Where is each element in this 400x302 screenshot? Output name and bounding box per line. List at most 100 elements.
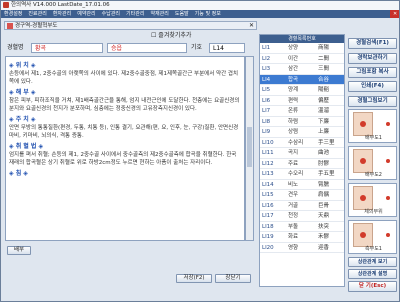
image-caption: 체의부위 xyxy=(364,209,383,215)
save-button[interactable]: 저장(F2) xyxy=(176,274,212,283)
list-cell: LI14 xyxy=(262,181,274,188)
list-cell: 偏歷 xyxy=(318,97,330,104)
menu-item[interactable]: 환자관리 xyxy=(50,10,74,18)
list-item[interactable]: LI6 편력 偏歷 xyxy=(260,96,344,106)
list-cell: 三間 xyxy=(318,66,330,72)
print-button[interactable]: 인쇄(F4) xyxy=(348,81,397,92)
list-item[interactable]: LI2 이간 二間 xyxy=(260,54,344,64)
list-cell: 온류 xyxy=(288,108,299,114)
info-button[interactable]: 배부 xyxy=(7,246,31,255)
list-cell: 上廉 xyxy=(318,129,330,135)
list-cell: 거골 xyxy=(288,202,299,209)
body-figure xyxy=(353,186,373,210)
scroll-thumb[interactable] xyxy=(247,127,252,167)
image-card[interactable]: 배부도2 xyxy=(348,146,397,180)
list-cell: 수오리 xyxy=(288,171,304,177)
list-cell: 천정 xyxy=(288,213,299,219)
list-cell: 合谷 xyxy=(318,76,330,83)
list-cell: 肩髃 xyxy=(318,192,330,198)
close-icon[interactable]: ✕ xyxy=(390,10,399,18)
section-heading: ◈ 침 ◈ xyxy=(9,170,28,177)
close-icon[interactable]: ✕ xyxy=(249,22,254,30)
section-heading: ◈ 취 혈 법 ◈ xyxy=(9,143,44,150)
relation-explain-button[interactable]: 상관관계 설명 xyxy=(348,269,397,279)
list-cell: 하렴 xyxy=(288,118,299,125)
menu-item[interactable]: 진료관리 xyxy=(25,10,49,18)
list-cell: 下廉 xyxy=(318,118,330,125)
close-window-button[interactable]: 창닫기 xyxy=(215,274,251,283)
description-scrollbar[interactable] xyxy=(245,56,254,241)
list-item[interactable]: LI3 삼간 三間 xyxy=(260,64,344,75)
section-text: 참은 피부, 피하조직을 거쳐, 제1배측골간근을 통해, 엄지 내전근인에 도… xyxy=(9,98,240,112)
list-item[interactable]: LI7 온류 溫溜 xyxy=(260,106,344,117)
list-header: 경혈목록번호 xyxy=(260,35,344,43)
list-cell: LI12 xyxy=(262,160,274,167)
app-window: 한의역사 V14.000 LastDate_17.01.06 환경설정 진료관리… xyxy=(0,0,400,302)
list-cell: 禾髎 xyxy=(318,234,330,240)
list-item[interactable]: LI18 부돌 扶突 xyxy=(260,222,344,232)
list-item[interactable]: LI17 천정 天鼎 xyxy=(260,211,344,222)
list-item[interactable]: LI9 상렴 上廉 xyxy=(260,127,344,138)
list-item[interactable]: LI15 견우 肩髃 xyxy=(260,190,344,201)
list-item[interactable]: LI11 곡지 曲池 xyxy=(260,148,344,159)
menu-item[interactable]: 도움말 xyxy=(172,10,192,18)
list-cell: 巨骨 xyxy=(318,202,330,209)
list-item[interactable]: LI14 비노 臂臑 xyxy=(260,180,344,190)
menu-item[interactable]: 수납관리 xyxy=(99,10,123,18)
list-cell: 肘髎 xyxy=(318,160,330,167)
list-cell: 臂臑 xyxy=(318,181,330,188)
window-title: 한의역사 V14.000 LastDate_17.01.06 xyxy=(11,2,110,8)
list-item[interactable]: LI12 주료 肘髎 xyxy=(260,159,344,169)
menu-item[interactable]: 예약관리 xyxy=(74,10,98,18)
image-card[interactable]: 측부도1 xyxy=(348,220,397,254)
list-cell: 溫溜 xyxy=(318,108,330,114)
menu-item[interactable]: 약재관리 xyxy=(147,10,171,18)
menu-bar: 환경설정 진료관리 환자관리 예약관리 수납관리 기타관리 약재관리 도움말 기… xyxy=(1,10,399,18)
acupoint-name-field[interactable]: 황곡 xyxy=(31,43,103,53)
list-item[interactable]: LI19 화료 禾髎 xyxy=(260,232,344,243)
code-label: 기호 xyxy=(191,44,203,51)
menu-item[interactable]: 기능 및 정보 xyxy=(192,10,224,18)
list-item[interactable]: LI8 하렴 下廉 xyxy=(260,117,344,127)
image-card[interactable]: 배부도1 xyxy=(348,109,397,143)
meridian-save-button[interactable]: 경락보관하기 xyxy=(348,53,397,64)
list-cell: 상렴 xyxy=(288,129,299,135)
section-heading: ◈ 위 치 ◈ xyxy=(9,62,36,69)
acupoint-reading-field[interactable]: 승읍 xyxy=(107,43,187,53)
menu-item[interactable]: 환경설정 xyxy=(1,10,25,18)
list-cell: LI11 xyxy=(262,150,274,156)
list-item[interactable]: LI1 상양 商陽 xyxy=(260,43,344,54)
list-item[interactable]: LI5 양계 陽谿 xyxy=(260,85,344,96)
body-figure xyxy=(353,112,373,136)
exit-button[interactable]: 닫 기(Esc) xyxy=(348,281,397,292)
relation-view-button[interactable]: 상관관계 보기 xyxy=(348,257,397,267)
code-field[interactable]: L14 xyxy=(209,43,245,53)
acupoint-search-button[interactable]: 경혈검색(F1) xyxy=(348,38,397,49)
section-text: 안면 무방의 통통질환(편경, 두통, 치통 등), 인통 결기, 요관해(편,… xyxy=(9,125,239,139)
list-cell: 비노 xyxy=(288,181,299,188)
subwindow-title: 경구역-경혈혁부도 ✕ xyxy=(4,21,257,30)
list-cell: 手三里 xyxy=(318,139,335,146)
list-cell: 陽谿 xyxy=(318,87,330,93)
list-cell: LI18 xyxy=(262,223,274,230)
subwindow-title-text: 경구역-경혈혁부도 xyxy=(15,23,58,29)
section-text: 손등에서 제1, 2중수골의 아랫쪽의 사이에 있다. 제2중수골중점, 제1제… xyxy=(9,71,239,85)
copy-with-image-button[interactable]: 그림포함 복사 xyxy=(348,67,397,78)
list-item[interactable]: LI20 영향 迎香 xyxy=(260,243,344,253)
view-images-button[interactable]: 경혈그림보기 xyxy=(348,96,397,107)
list-item[interactable]: LI13 수오리 手五里 xyxy=(260,169,344,180)
app-icon xyxy=(3,2,9,8)
image-card[interactable]: 체의부위 xyxy=(348,183,397,217)
list-cell: 화료 xyxy=(288,234,299,240)
list-item[interactable]: LI10 수삼리 手三里 xyxy=(260,138,344,148)
list-cell: LI7 xyxy=(262,108,271,114)
list-item[interactable]: LI4 합곡 合谷 xyxy=(260,74,344,85)
menu-item[interactable]: 기타관리 xyxy=(123,10,147,18)
list-item[interactable]: LI16 거골 巨骨 xyxy=(260,201,344,211)
list-cell: LI3 xyxy=(262,66,271,72)
image-caption: 배부도1 xyxy=(365,135,382,141)
favorite-checkbox-label[interactable]: ☐ 즐겨찾기추가 xyxy=(151,31,191,41)
list-cell: 곡지 xyxy=(288,150,299,156)
list-cell: LI15 xyxy=(262,192,274,198)
point-marker xyxy=(386,196,390,200)
